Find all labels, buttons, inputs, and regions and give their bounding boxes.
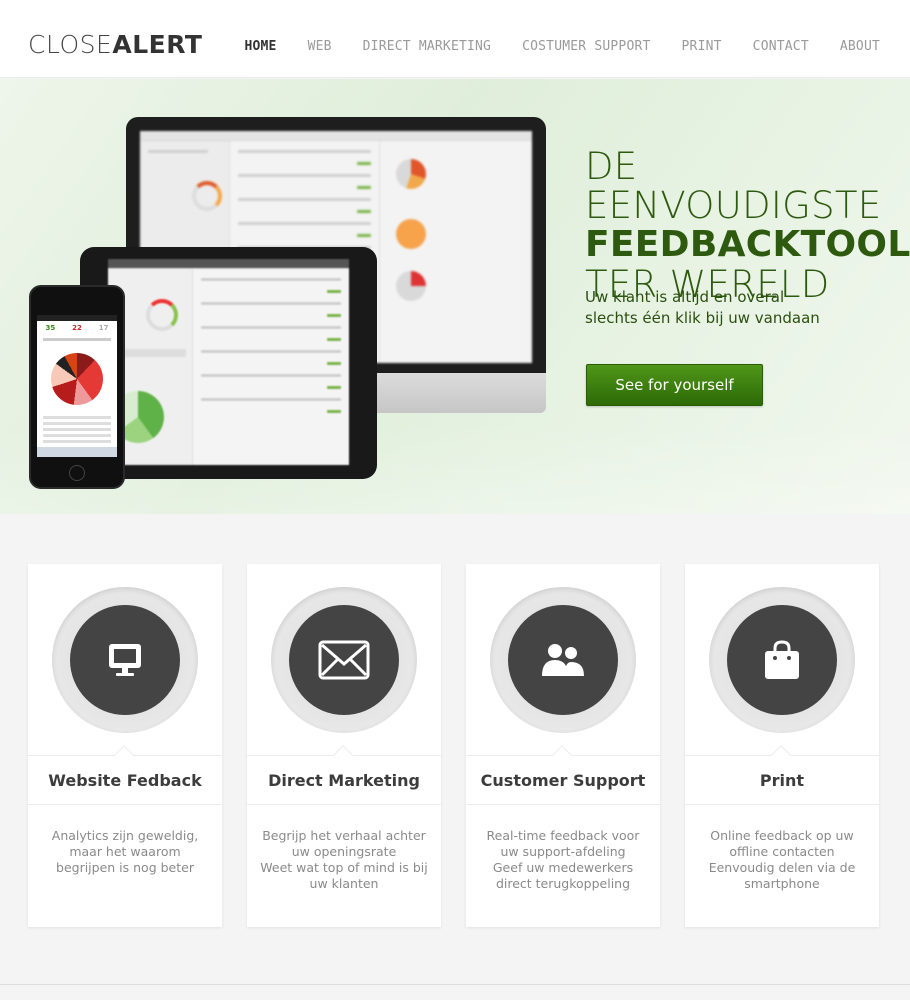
feature-card-website[interactable]: Website Fedback Analytics zijn geweldig,…	[28, 564, 222, 927]
card-description: Real-time feedback voor uw support-afdel…	[478, 828, 648, 892]
phone-stat-positive: 35	[45, 324, 56, 332]
phone-home-button	[69, 465, 85, 481]
phone-stat-neutral: 17	[98, 324, 109, 332]
envelope-icon	[289, 605, 399, 715]
nav-print[interactable]: PRINT	[682, 39, 722, 54]
users-icon	[508, 605, 618, 715]
logo-bold-text: ALERT	[112, 30, 203, 59]
card-desc-line: Analytics zijn geweldig, maar het waarom…	[51, 828, 199, 875]
nav-web[interactable]: WEB	[308, 39, 332, 54]
hero-subheadline: Uw klant is altijd en overal slechts één…	[585, 287, 885, 329]
feature-card-direct-marketing[interactable]: Direct Marketing Begrijp het verhaal ach…	[247, 564, 441, 927]
main-nav: HOME WEB DIRECT MARKETING COSTUMER SUPPO…	[213, 39, 880, 54]
feature-card-customer-support[interactable]: Customer Support Real-time feedback voor…	[466, 564, 660, 927]
subheadline-line-1: Uw klant is altijd en overal	[585, 288, 785, 306]
headline-line-1: DE EENVOUDIGSTE	[585, 145, 882, 227]
card-desc-line: Online feedback op uw offline contacten	[710, 828, 854, 859]
hero-banner: 35 22 17 DE EENVOUDIGSTE FEEDBACKTOOL TE…	[0, 79, 910, 514]
card-desc-line: Real-time feedback voor uw support-afdel…	[486, 828, 640, 859]
icon-ring	[709, 587, 855, 733]
tablet-screen	[108, 259, 349, 465]
nav-direct-marketing[interactable]: DIRECT MARKETING	[363, 39, 491, 54]
logo-light-text: CLOSE	[28, 30, 113, 59]
icon-ring	[52, 587, 198, 733]
card-desc-line: Geef uw medewerkers direct terugkoppelin…	[492, 860, 634, 891]
monitor-icon	[70, 605, 180, 715]
card-desc-line: Weet wat top of mind is bij uw klanten	[260, 860, 428, 891]
logo[interactable]: CLOSEALERT	[28, 30, 202, 60]
phone-device-image: 35 22 17	[29, 285, 125, 489]
headline-line-2: FEEDBACKTOOL	[585, 224, 910, 265]
icon-ring	[271, 587, 417, 733]
subheadline-line-2: slechts één klik bij uw vandaan	[585, 309, 820, 327]
icon-ring	[490, 587, 636, 733]
nav-about[interactable]: ABOUT	[840, 39, 880, 54]
card-title: Print	[759, 770, 805, 790]
card-title: Customer Support	[480, 770, 646, 790]
footer-divider	[0, 984, 910, 985]
card-description: Begrijp het verhaal achter uw openingsra…	[259, 828, 429, 892]
feature-card-print[interactable]: Print Online feedback op uw offline cont…	[685, 564, 879, 927]
phone-screen: 35 22 17	[37, 315, 117, 457]
see-for-yourself-button[interactable]: See for yourself	[586, 364, 763, 406]
hero-headline: DE EENVOUDIGSTE FEEDBACKTOOL TER WERELD	[585, 145, 910, 304]
phone-stat-negative: 22	[72, 324, 82, 332]
card-description: Online feedback op uw offline contacten …	[697, 828, 867, 892]
site-header: CLOSEALERT HOME WEB DIRECT MARKETING COS…	[0, 0, 910, 78]
shopping-bag-icon	[727, 605, 837, 715]
card-desc-line: Begrijp het verhaal achter uw openingsra…	[262, 828, 426, 859]
card-title: Direct Marketing	[268, 770, 420, 790]
card-description: Analytics zijn geweldig, maar het waarom…	[40, 828, 210, 876]
card-desc-line: Eenvoudig delen via de smartphone	[708, 860, 856, 891]
nav-costumer-support[interactable]: COSTUMER SUPPORT	[522, 39, 650, 54]
card-title: Website Fedback	[48, 770, 202, 790]
nav-home[interactable]: HOME	[244, 39, 276, 54]
nav-contact[interactable]: CONTACT	[753, 39, 809, 54]
